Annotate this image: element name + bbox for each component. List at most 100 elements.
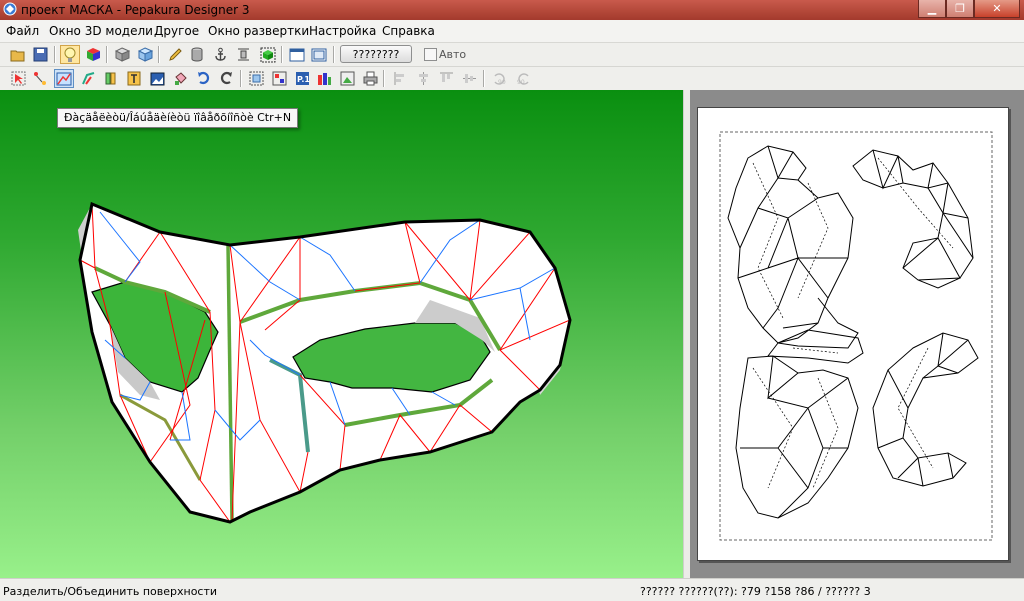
paint-button[interactable] (170, 69, 190, 88)
layout-grid-icon (317, 73, 331, 85)
auto-checkbox[interactable] (424, 48, 437, 61)
single-view-button[interactable] (309, 45, 329, 64)
paper-page (697, 107, 1009, 561)
edge-pen-icon (81, 72, 94, 85)
split-join-faces-button[interactable] (54, 69, 74, 88)
window-icon (311, 48, 327, 61)
printer-icon (363, 71, 377, 86)
align-middle-button[interactable] (459, 69, 479, 88)
window-split-icon (289, 48, 305, 61)
cylinder-button[interactable] (187, 45, 207, 64)
edit-button[interactable] (165, 45, 185, 64)
align-top-button[interactable] (436, 69, 456, 88)
undo-button[interactable] (193, 69, 213, 88)
mask-3d-model (78, 201, 572, 524)
align-middle-icon (462, 74, 476, 83)
gray-cube-icon (114, 47, 130, 62)
status-info: ?????? ??????(??): ?79 ?158 ?86 / ??????… (640, 585, 871, 598)
arrange-icon (272, 71, 286, 86)
flap-tool-button[interactable] (101, 69, 121, 88)
toolbar-main: ???????? Авто (0, 43, 1024, 67)
folder-open-icon (10, 50, 25, 61)
unfolded-pattern (719, 131, 993, 541)
redo-button[interactable] (216, 69, 236, 88)
tooltip: Ðàçäåëèòü/Îáúåäèíèòü ïîâåðõíîñòè Ctr+N (57, 108, 299, 128)
svg-text:P.1: P.1 (297, 75, 310, 84)
toolbar-edit: P.1 90 90 (0, 67, 1024, 91)
open-button[interactable] (8, 45, 28, 64)
menu-bar: Файл Окно 3D модели Другое Окно развертк… (0, 20, 1024, 43)
save-button[interactable] (30, 45, 50, 64)
colored-cube-icon (86, 48, 100, 61)
layout-button[interactable] (314, 69, 334, 88)
anchor-icon (214, 47, 226, 61)
align-top-icon (439, 72, 453, 82)
rotate-ccw-icon: 90 (494, 73, 506, 86)
light-toggle-button[interactable] (60, 45, 80, 64)
menu-file[interactable]: Файл (6, 24, 39, 38)
app-icon (3, 2, 17, 16)
flap-icon (105, 72, 116, 85)
export-image-icon (340, 71, 354, 86)
pattern-fold-lines (752, 157, 954, 489)
status-bar: Разделить/Объединить поверхности ?????? … (0, 578, 1024, 601)
text-tool-button[interactable] (124, 69, 144, 88)
fit-part-button[interactable] (246, 69, 266, 88)
align-icon (237, 48, 249, 61)
paint-bucket-icon (174, 72, 187, 85)
split-join-icon (56, 72, 72, 85)
auto-checkbox-label: Авто (439, 48, 467, 61)
blue-cube-icon (137, 47, 153, 62)
print-button[interactable] (360, 69, 380, 88)
rotate-90-cw-button[interactable]: 90 (513, 69, 533, 88)
align-center-button[interactable] (413, 69, 433, 88)
arrange-button[interactable] (269, 69, 289, 88)
view-splitter[interactable] (683, 90, 690, 578)
rotate-part-button[interactable] (30, 69, 50, 88)
cylinder-icon (191, 47, 203, 62)
2d-unfold-view[interactable] (690, 90, 1024, 578)
solid-view-button[interactable] (112, 45, 132, 64)
texture-view-button[interactable] (135, 45, 155, 64)
restore-icon: ❐ (955, 2, 965, 15)
svg-text:90: 90 (498, 79, 506, 86)
align-left-icon (394, 72, 404, 85)
menu-3d-window[interactable]: Окно 3D модели (49, 24, 153, 38)
export-button[interactable] (337, 69, 357, 88)
image-tool-button[interactable] (147, 69, 167, 88)
rotate-90-ccw-button[interactable]: 90 (490, 69, 510, 88)
3d-model-view[interactable] (0, 90, 683, 578)
align-center-icon (418, 72, 428, 85)
pattern-parts (727, 145, 979, 519)
menu-settings[interactable]: Настройка (309, 24, 376, 38)
svg-text:90: 90 (517, 79, 525, 86)
split-view-button[interactable] (287, 45, 307, 64)
anchor-button[interactable] (210, 45, 230, 64)
unfold-run-button[interactable]: ???????? (340, 45, 412, 63)
align-button[interactable] (233, 45, 253, 64)
align-left-button[interactable] (390, 69, 410, 88)
status-text: Разделить/Объединить поверхности (3, 585, 218, 598)
pencil-icon (168, 48, 182, 61)
select-part-button[interactable] (258, 45, 278, 64)
green-cube-icon (260, 47, 276, 62)
close-button[interactable]: ✕ (974, 0, 1020, 18)
color-cube-button[interactable] (83, 45, 103, 64)
page-number-icon: P.1 (295, 72, 310, 85)
lightbulb-icon (64, 47, 76, 62)
image-icon (150, 72, 164, 85)
redo-icon (220, 71, 232, 85)
menu-other[interactable]: Другое (154, 24, 199, 38)
undo-icon (197, 71, 209, 85)
minimize-button[interactable]: ▁ (918, 0, 946, 18)
menu-unfold-window[interactable]: Окно развертки (208, 24, 309, 38)
rotate-part-icon (33, 72, 46, 85)
rotate-cw-icon: 90 (517, 73, 529, 86)
select-tool-button[interactable] (8, 69, 28, 88)
maximize-button[interactable]: ❐ (946, 0, 974, 18)
edge-tool-button[interactable] (78, 69, 98, 88)
window-title: проект МАСКА - Pepakura Designer 3 (21, 3, 250, 17)
text-icon (127, 71, 141, 86)
menu-help[interactable]: Справка (382, 24, 435, 38)
page-number-button[interactable]: P.1 (292, 69, 312, 88)
